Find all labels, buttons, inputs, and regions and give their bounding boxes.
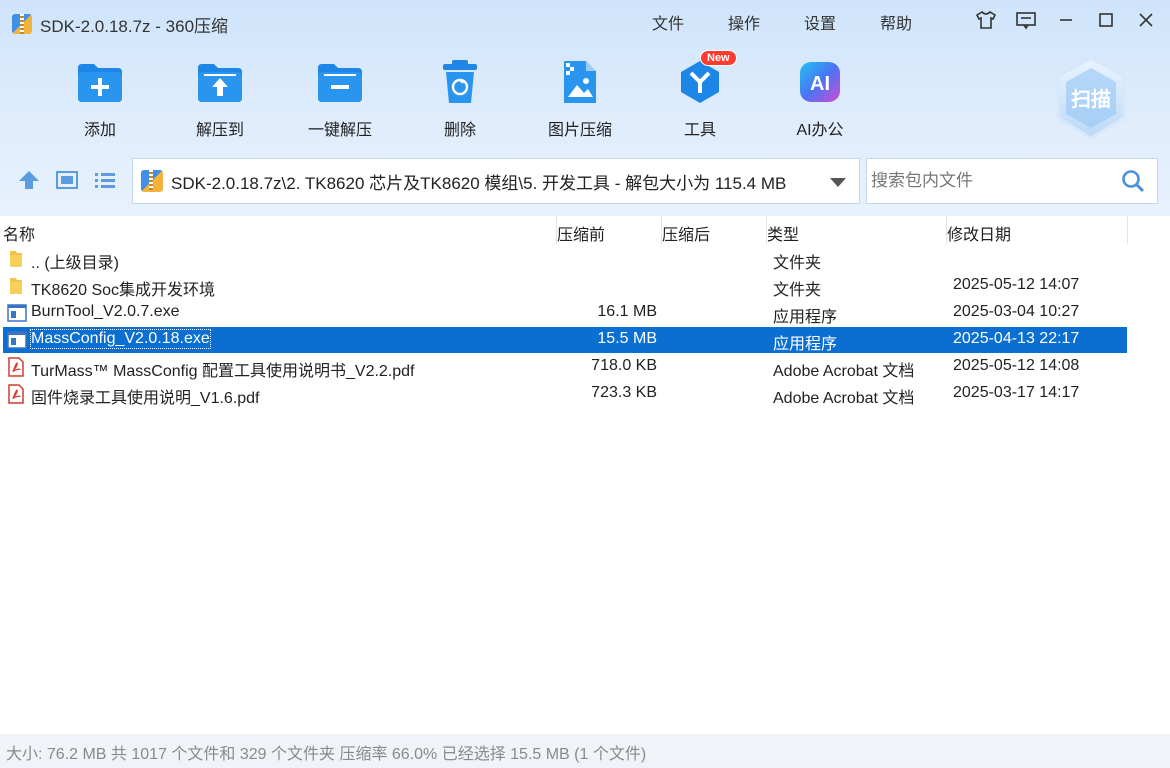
ai-office-icon: AI — [796, 58, 844, 106]
column-divider[interactable] — [1127, 216, 1128, 244]
file-row[interactable]: .. (上级目录) 文件夹 — [3, 246, 1127, 272]
skin-shirt-icon[interactable] — [974, 8, 998, 32]
address-bar[interactable]: SDK-2.0.18.7z\2. TK8620 芯片及TK8620 模组\5. … — [132, 158, 860, 204]
file-date: 2025-03-04 10:27 — [953, 303, 1080, 320]
file-size: 723.3 KB — [591, 384, 657, 401]
add-folder-icon — [76, 58, 124, 106]
menu-file[interactable]: 文件 — [652, 10, 684, 34]
one-click-extract-button[interactable]: 一键解压 — [280, 58, 400, 140]
file-row[interactable]: 固件烧录工具使用说明_V1.6.pdf 723.3 KB Adobe Acrobat… — [3, 381, 1127, 407]
scan-label: 扫描 — [1071, 87, 1111, 111]
add-label: 添加 — [83, 122, 116, 139]
search-icon[interactable] — [1121, 169, 1145, 198]
status-text: 大小: 76.2 MB 共 1017 个文件和 329 个文件夹 压缩率 66.… — [6, 746, 647, 763]
up-arrow-icon[interactable] — [18, 170, 40, 195]
menu-operate[interactable]: 操作 — [728, 10, 760, 34]
pdf-icon — [7, 384, 25, 404]
col-unpacked[interactable]: 压缩后 — [662, 221, 710, 245]
file-date: 2025-05-12 14:07 — [953, 276, 1080, 293]
file-row[interactable]: BurnTool_V2.0.7.exe 16.1 MB 应用程序 2025-03-04… — [3, 300, 1127, 326]
file-row[interactable]: TurMass™ MassConfig 配置工具使用说明书_V2.2.pdf 71… — [3, 354, 1127, 380]
file-row[interactable]: TK8620 Soc集成开发环境 文件夹 2025-05-12 14:07 — [3, 273, 1127, 299]
address-path: SDK-2.0.18.7z\2. TK8620 芯片及TK8620 模组\5. … — [171, 173, 787, 193]
folder-icon — [7, 249, 25, 269]
image-compress-button[interactable]: 图片压缩 — [520, 58, 640, 140]
column-divider[interactable] — [661, 216, 662, 244]
file-name: TK8620 Soc集成开发环境 — [31, 282, 216, 299]
delete-button[interactable]: 删除 — [400, 58, 520, 140]
extract-to-icon — [196, 58, 244, 106]
search-box — [866, 158, 1158, 204]
file-list-header: 名称 压缩前 压缩后 类型 修改日期 — [0, 216, 1170, 244]
file-name: .. (上级目录) — [31, 255, 119, 272]
delete-icon — [436, 58, 484, 106]
menu-help[interactable]: 帮助 — [880, 10, 912, 34]
tools-label: 工具 — [683, 122, 716, 139]
toolbar: 添加 解压到 一键解压 删除 图片压缩 New 工具 AI AI办公 — [40, 50, 880, 140]
extract-to-button[interactable]: 解压到 — [160, 58, 280, 140]
one-click-extract-label: 一键解压 — [307, 122, 372, 139]
menu-settings[interactable]: 设置 — [804, 10, 836, 34]
close-button[interactable] — [1134, 8, 1158, 32]
col-name[interactable]: 名称 — [3, 221, 35, 245]
feedback-icon[interactable] — [1014, 8, 1038, 32]
col-modified[interactable]: 修改日期 — [947, 221, 1011, 245]
window-title: SDK-2.0.18.7z - 360压缩 — [40, 16, 229, 36]
window-controls — [974, 8, 1158, 32]
column-divider[interactable] — [766, 216, 767, 244]
file-name: TurMass™ MassConfig 配置工具使用说明书_V2.2.pdf — [31, 363, 415, 380]
file-date: 2025-05-12 14:08 — [953, 357, 1080, 374]
minimize-button[interactable] — [1054, 8, 1078, 32]
file-type: 应用程序 — [773, 309, 838, 326]
file-row[interactable]: MassConfig_V2.0.18.exe 15.5 MB 应用程序 2025-04… — [3, 327, 1127, 353]
ai-glyph: AI — [810, 73, 830, 95]
file-type: 应用程序 — [773, 336, 838, 353]
archive-icon — [141, 170, 163, 192]
file-type: 文件夹 — [773, 255, 822, 272]
pdf-icon — [7, 357, 25, 377]
exe-icon — [7, 330, 27, 350]
file-name: BurnTool_V2.0.7.exe — [31, 303, 180, 320]
column-divider[interactable] — [946, 216, 947, 244]
file-type: Adobe Acrobat 文档 — [773, 390, 915, 407]
chevron-down-icon[interactable] — [829, 173, 847, 193]
view-controls — [18, 170, 116, 195]
status-bar: 大小: 76.2 MB 共 1017 个文件和 329 个文件夹 压缩率 66.… — [0, 734, 1170, 768]
extract-to-label: 解压到 — [195, 122, 244, 139]
maximize-button[interactable] — [1094, 8, 1118, 32]
file-type: Adobe Acrobat 文档 — [773, 363, 915, 380]
tools-button[interactable]: New 工具 — [640, 50, 760, 140]
new-badge: New — [700, 50, 737, 66]
file-date: 2025-03-17 14:17 — [953, 384, 1080, 401]
file-date: 2025-04-13 22:17 — [953, 330, 1080, 347]
archive-app-icon — [12, 14, 32, 34]
col-packed[interactable]: 压缩前 — [557, 221, 605, 245]
image-compress-label: 图片压缩 — [547, 122, 612, 139]
exe-icon — [7, 303, 27, 323]
thumbnail-view-icon[interactable] — [56, 171, 78, 194]
file-size: 718.0 KB — [591, 357, 657, 374]
col-type[interactable]: 类型 — [767, 221, 799, 245]
file-type: 文件夹 — [773, 282, 822, 299]
window-title-bar: SDK-2.0.18.7z - 360压缩 — [12, 10, 228, 38]
folder-icon — [7, 276, 25, 296]
file-size: 16.1 MB — [597, 303, 657, 320]
add-button[interactable]: 添加 — [40, 58, 160, 140]
ai-office-button[interactable]: AI AI办公 — [760, 58, 880, 140]
scan-button[interactable]: 扫描 — [1054, 56, 1128, 140]
menu-bar: 文件 操作 设置 帮助 — [652, 10, 912, 34]
delete-label: 删除 — [443, 122, 476, 139]
file-size: 15.5 MB — [597, 330, 657, 347]
file-name: MassConfig_V2.0.18.exe — [30, 329, 211, 349]
one-click-extract-icon — [316, 58, 364, 106]
list-view-icon[interactable] — [94, 171, 116, 194]
ai-office-label: AI办公 — [796, 122, 844, 139]
scan-shield-icon: 扫描 — [1056, 56, 1126, 140]
file-name: 固件烧录工具使用说明_V1.6.pdf — [31, 390, 260, 407]
column-divider[interactable] — [556, 216, 557, 244]
image-compress-icon — [556, 58, 604, 106]
search-input[interactable] — [871, 171, 1111, 191]
